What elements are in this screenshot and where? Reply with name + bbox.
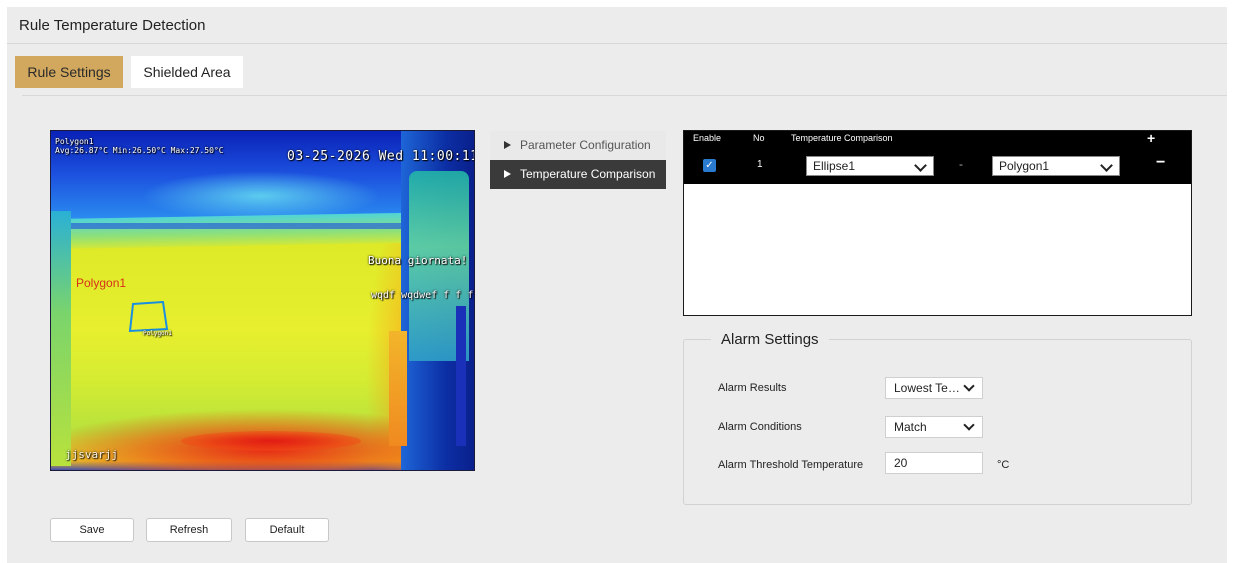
tab-rule-settings[interactable]: Rule Settings <box>15 56 123 88</box>
table-row: ✓ 1 Ellipse1 - Polygon1 − <box>684 146 1191 184</box>
alarm-results-select[interactable]: Lowest Te… <box>885 377 983 399</box>
video-hot-post <box>389 331 407 446</box>
osd-datetime: 03-25-2026 Wed 11:00:11 <box>287 149 475 164</box>
refresh-button[interactable]: Refresh <box>146 518 232 542</box>
video-ceiling-line <box>51 223 401 229</box>
chevron-down-icon <box>963 380 975 392</box>
tab-shielded-area[interactable]: Shielded Area <box>131 56 243 88</box>
comparison-operator: - <box>959 157 963 171</box>
alarm-conditions-value: Match <box>894 420 927 434</box>
column-header-no: No <box>753 133 765 143</box>
alarm-settings-title: Alarm Settings <box>711 331 829 348</box>
add-row-button[interactable]: + <box>1147 131 1155 145</box>
save-button[interactable]: Save <box>50 518 134 542</box>
nav-temperature-comparison[interactable]: Temperature Comparison <box>490 160 666 189</box>
alarm-conditions-select[interactable]: Match <box>885 416 983 438</box>
alarm-results-value: Lowest Te… <box>894 381 960 395</box>
target-region-select[interactable]: Polygon1 <box>992 156 1120 176</box>
page-title: Rule Temperature Detection <box>19 17 206 34</box>
osd-temperature-stats: Avg:26.87°C Min:26.50°C Max:27.50°C <box>55 146 224 155</box>
table-header: Enable No Temperature Comparison + <box>684 131 1191 146</box>
region-label-small: Polygon1 <box>143 330 172 337</box>
remove-row-button[interactable]: − <box>1156 154 1165 172</box>
chevron-down-icon <box>1100 159 1113 172</box>
source-region-select[interactable]: Ellipse1 <box>806 156 934 176</box>
chevron-down-icon <box>963 419 975 431</box>
tabs-divider <box>22 95 1227 96</box>
video-hot-spot <box>181 431 361 451</box>
column-header-enable: Enable <box>693 133 722 143</box>
column-header-temperature-comparison: Temperature Comparison <box>791 133 893 143</box>
nav-temperature-comparison-label: Temperature Comparison <box>520 167 656 181</box>
alarm-conditions-label: Alarm Conditions <box>718 421 802 433</box>
osd-polygon-title: Polygon1 <box>55 137 94 146</box>
enable-checkbox[interactable]: ✓ <box>703 159 716 172</box>
chevron-down-icon <box>914 159 927 172</box>
alarm-threshold-unit: °C <box>997 459 1010 471</box>
default-button[interactable]: Default <box>245 518 329 542</box>
region-label-red: Polygon1 <box>76 276 127 290</box>
osd-text-1: Buona giornata! <box>368 254 468 267</box>
nav-parameter-configuration-label: Parameter Configuration <box>520 138 651 152</box>
triangle-right-icon <box>504 141 511 149</box>
video-wall-region <box>51 212 401 250</box>
temperature-comparison-table: Enable No Temperature Comparison + ✓ 1 E… <box>683 130 1192 316</box>
title-divider <box>7 43 1227 44</box>
alarm-results-label: Alarm Results <box>718 382 787 394</box>
alarm-threshold-input[interactable]: 20 <box>885 452 983 474</box>
triangle-right-icon <box>504 170 511 178</box>
alarm-threshold-label: Alarm Threshold Temperature <box>718 459 864 471</box>
video-left-strip <box>51 211 71 466</box>
osd-text-2: wqdf wqdwef f f f <box>371 290 474 301</box>
osd-bottom-text: jjsvarjj <box>65 448 118 461</box>
target-region-value: Polygon1 <box>999 159 1050 173</box>
source-region-value: Ellipse1 <box>813 159 856 173</box>
row-number: 1 <box>757 159 763 170</box>
nav-parameter-configuration[interactable]: Parameter Configuration <box>490 131 666 160</box>
thermal-video-preview[interactable]: Polygon1 Avg:26.87°C Min:26.50°C Max:27.… <box>50 130 475 471</box>
video-cold-column <box>456 306 466 446</box>
